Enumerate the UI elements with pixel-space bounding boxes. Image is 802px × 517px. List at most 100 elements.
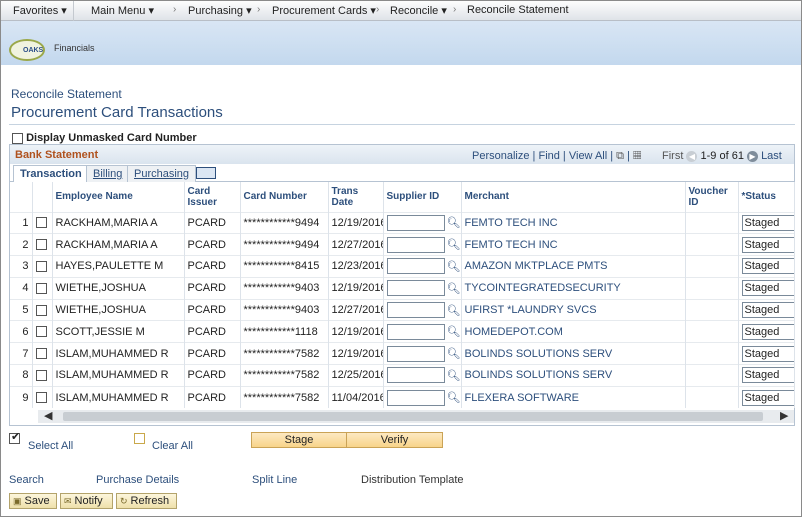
status-select[interactable]: Staged bbox=[741, 302, 793, 319]
verify-button[interactable]: Verify bbox=[346, 432, 443, 448]
prev-page-icon[interactable]: ◀ bbox=[686, 150, 698, 162]
scroll-thumb[interactable] bbox=[63, 412, 763, 421]
tab-billing[interactable]: Billing bbox=[86, 165, 130, 182]
supplier-id-input[interactable] bbox=[386, 258, 445, 275]
merchant-link[interactable]: BOLINDS SOLUTIONS SERV bbox=[461, 364, 686, 387]
supplier-id-input[interactable] bbox=[386, 389, 445, 406]
status-select[interactable]: Staged bbox=[741, 389, 793, 406]
col-header-employee[interactable]: Employee Name bbox=[52, 182, 185, 212]
select-all-link[interactable]: Select All bbox=[28, 440, 73, 452]
lookup-icon[interactable]: 🔍︎ bbox=[447, 370, 461, 382]
col-header-merchant[interactable]: Merchant bbox=[461, 182, 686, 212]
col-header-issuer[interactable]: Card Issuer bbox=[184, 182, 241, 212]
status-select[interactable]: Staged bbox=[741, 323, 793, 340]
row-checkbox[interactable] bbox=[35, 282, 47, 294]
logo-subtitle: Financials bbox=[54, 43, 95, 53]
lookup-icon[interactable]: 🔍︎ bbox=[447, 305, 461, 317]
lookup-icon[interactable]: 🔍︎ bbox=[447, 283, 461, 295]
notify-button[interactable]: ✉ Notify bbox=[60, 493, 113, 509]
supplier-id-input[interactable] bbox=[386, 236, 445, 253]
merchant-link[interactable]: FEMTO TECH INC bbox=[461, 233, 686, 256]
lookup-icon[interactable]: 🔍︎ bbox=[447, 392, 461, 404]
nav-purchasing[interactable]: Purchasing ▾ bbox=[188, 4, 252, 17]
row-checkbox[interactable] bbox=[35, 217, 47, 229]
clear-all-icon[interactable] bbox=[134, 433, 145, 444]
lookup-icon[interactable]: 🔍︎ bbox=[447, 261, 461, 273]
find-link[interactable]: Find bbox=[538, 150, 559, 162]
zoom-icon[interactable]: ⧉ bbox=[616, 150, 624, 162]
nav-favorites[interactable]: Favorites ▾ bbox=[13, 4, 67, 17]
pager-last[interactable]: Last bbox=[761, 150, 782, 162]
breadcrumb-title: Reconcile Statement bbox=[11, 87, 122, 101]
lookup-icon[interactable]: 🔍︎ bbox=[447, 217, 461, 229]
col-header-status[interactable]: *Status bbox=[738, 182, 795, 212]
supplier-id-input[interactable] bbox=[386, 280, 445, 297]
tab-purchasing[interactable]: Purchasing bbox=[127, 165, 197, 182]
supplier-id-input[interactable] bbox=[386, 214, 445, 231]
supplier-id-input[interactable] bbox=[386, 323, 445, 340]
merchant-link[interactable]: HOMEDEPOT.COM bbox=[461, 320, 686, 343]
card-number: ************8415 bbox=[240, 255, 329, 278]
refresh-button[interactable]: ↻ Refresh bbox=[116, 493, 177, 509]
scroll-right-icon[interactable]: ▶ bbox=[780, 409, 788, 422]
voucher-id bbox=[685, 298, 739, 321]
row-select-checkbox bbox=[32, 211, 53, 234]
personalize-link[interactable]: Personalize bbox=[472, 150, 529, 162]
merchant-link[interactable]: UFIRST *LAUNDRY SVCS bbox=[461, 298, 686, 321]
trans-date: 12/19/2016 bbox=[328, 320, 384, 343]
lookup-icon[interactable]: 🔍︎ bbox=[447, 239, 461, 251]
trans-date: 12/19/2016 bbox=[328, 342, 384, 365]
row-checkbox[interactable] bbox=[35, 370, 47, 382]
row-checkbox[interactable] bbox=[35, 392, 47, 404]
split-line-link[interactable]: Split Line bbox=[252, 474, 297, 486]
col-header-date[interactable]: Trans Date bbox=[328, 182, 384, 212]
col-header-card[interactable]: Card Number bbox=[240, 182, 329, 212]
status-select[interactable]: Staged bbox=[741, 280, 793, 297]
unmask-checkbox[interactable] bbox=[12, 132, 23, 144]
refresh-label: Refresh bbox=[130, 495, 170, 507]
merchant-link[interactable]: BOLINDS SOLUTIONS SERV bbox=[461, 342, 686, 365]
trans-date: 12/19/2016 bbox=[328, 276, 384, 300]
row-checkbox[interactable] bbox=[35, 261, 47, 273]
merchant-link[interactable]: FEMTO TECH INC bbox=[461, 211, 686, 234]
nav-procurement-cards[interactable]: Procurement Cards ▾ bbox=[272, 4, 376, 17]
merchant-link[interactable]: FLEXERA SOFTWARE bbox=[461, 385, 686, 409]
horizontal-scrollbar[interactable]: ◀ ▶ bbox=[38, 410, 794, 423]
supplier-id-cell: 🔍︎ bbox=[383, 342, 462, 365]
next-page-icon[interactable]: ▶ bbox=[747, 150, 758, 162]
search-link[interactable]: Search bbox=[9, 474, 44, 486]
nav-main-menu[interactable]: Main Menu ▾ bbox=[91, 4, 154, 17]
clear-all-link[interactable]: Clear All bbox=[152, 440, 193, 452]
nav-reconcile[interactable]: Reconcile ▾ bbox=[390, 4, 447, 17]
supplier-id-input[interactable] bbox=[386, 345, 445, 362]
view-all-link[interactable]: View All bbox=[569, 150, 607, 162]
merchant-link[interactable]: TYCOINTEGRATEDSECURITY bbox=[461, 276, 686, 300]
status-select[interactable]: Staged bbox=[741, 367, 793, 384]
row-checkbox[interactable] bbox=[35, 304, 47, 316]
status-select[interactable]: Staged bbox=[741, 214, 793, 231]
download-icon[interactable]: ▦ bbox=[633, 150, 641, 162]
lookup-icon[interactable]: 🔍︎ bbox=[447, 348, 461, 360]
supplier-id-input[interactable] bbox=[386, 367, 445, 384]
lookup-icon[interactable]: 🔍︎ bbox=[447, 326, 461, 338]
col-header-voucher[interactable]: Voucher ID bbox=[685, 182, 739, 212]
row-checkbox[interactable] bbox=[35, 348, 47, 360]
row-checkbox[interactable] bbox=[35, 239, 47, 251]
save-button[interactable]: ▣ Save bbox=[9, 493, 57, 509]
status-select[interactable]: Staged bbox=[741, 345, 793, 362]
stage-button[interactable]: Stage bbox=[251, 432, 347, 448]
scroll-left-icon[interactable]: ◀ bbox=[44, 409, 52, 422]
status-select[interactable]: Staged bbox=[741, 258, 793, 275]
tab-transaction[interactable]: Transaction bbox=[13, 165, 89, 183]
show-all-columns-icon[interactable] bbox=[196, 167, 216, 179]
merchant-link[interactable]: AMAZON MKTPLACE PMTS bbox=[461, 255, 686, 278]
status-select[interactable]: Staged bbox=[741, 236, 793, 253]
nav-separator-icon: › bbox=[173, 4, 177, 15]
supplier-id-input[interactable] bbox=[386, 302, 445, 319]
grid-header: Bank Statement Personalize | Find | View… bbox=[10, 145, 794, 164]
col-header-supplier[interactable]: Supplier ID bbox=[383, 182, 462, 212]
employee-name: ISLAM,MUHAMMED R bbox=[52, 342, 185, 365]
select-all-icon[interactable]: ✔ bbox=[9, 431, 20, 444]
purchase-details-link[interactable]: Purchase Details bbox=[96, 474, 179, 486]
row-checkbox[interactable] bbox=[35, 326, 47, 338]
